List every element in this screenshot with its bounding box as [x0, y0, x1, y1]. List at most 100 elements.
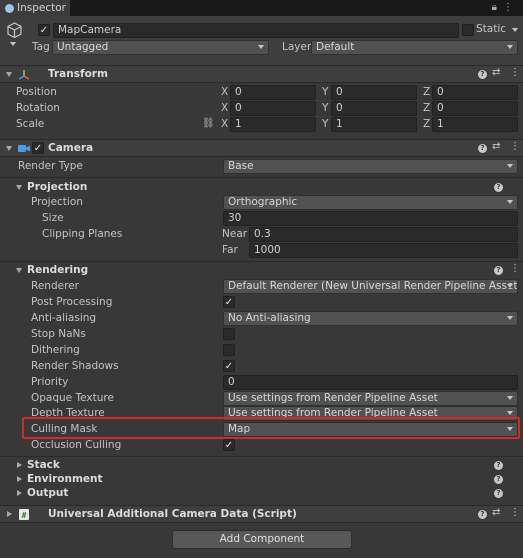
kebab-menu-icon[interactable]: ⋮ [510, 507, 520, 518]
gameobject-header: ✓ MapCamera Static Tag Untagged Layer De… [0, 16, 523, 66]
render-type-dropdown[interactable]: Base [223, 159, 518, 174]
axis-y-label: Y [322, 86, 329, 98]
rotation-x-field[interactable]: 0 [230, 101, 316, 116]
rotation-y-field[interactable]: 0 [331, 101, 417, 116]
foldout-arrow-icon[interactable] [7, 511, 12, 517]
preset-icon[interactable]: ⇄ [492, 507, 500, 518]
render-shadows-checkbox[interactable]: ✓ [223, 360, 235, 372]
help-icon[interactable]: ? [478, 144, 487, 153]
help-icon[interactable]: ? [494, 183, 503, 192]
projection-section-header[interactable]: Projection ? [0, 180, 523, 195]
kebab-menu-icon[interactable]: ⋮ [503, 2, 519, 13]
scale-z-field[interactable]: 1 [432, 117, 518, 132]
render-type-value: Base [228, 160, 254, 172]
chevron-down-icon [507, 164, 513, 168]
projection-dropdown[interactable]: Orthographic [223, 195, 518, 210]
transform-title: Transform [48, 68, 108, 80]
lock-icon[interactable]: 🔒︎ [492, 2, 503, 13]
help-icon[interactable]: ? [478, 70, 487, 79]
anti-aliasing-value: No Anti-aliasing [228, 312, 311, 324]
projection-header: Projection [27, 181, 88, 193]
preset-icon[interactable]: ⇄ [492, 67, 500, 78]
environment-section-header[interactable]: Environment ? [0, 472, 523, 487]
foldout-arrow-icon[interactable] [17, 476, 22, 482]
section-divider [0, 261, 523, 262]
chevron-down-icon [507, 411, 513, 415]
help-icon[interactable]: ? [494, 461, 503, 470]
gameobject-cube-icon[interactable] [6, 22, 23, 39]
rendering-section-header[interactable]: Rendering ? ⋮ [0, 263, 523, 278]
output-section-header[interactable]: Output ? [0, 486, 523, 501]
chevron-down-icon [507, 396, 513, 400]
post-processing-checkbox[interactable]: ✓ [223, 296, 235, 308]
help-icon[interactable]: ? [494, 266, 503, 275]
rotation-label: Rotation [16, 102, 60, 114]
static-dropdown-arrow[interactable] [512, 28, 518, 32]
renderer-dropdown[interactable]: Default Renderer (New Universal Render P… [223, 279, 518, 294]
scale-x-field[interactable]: 1 [230, 117, 316, 132]
chevron-down-icon [507, 45, 513, 49]
stop-nans-label: Stop NaNs [31, 328, 86, 340]
camera-title: Camera [48, 142, 94, 154]
additional-camera-data-header[interactable]: # Universal Additional Camera Data (Scri… [0, 505, 523, 523]
kebab-menu-icon[interactable]: ⋮ [510, 141, 520, 152]
transform-header[interactable]: Transform ? ⇄ ⋮ [0, 65, 523, 83]
far-field[interactable]: 1000 [249, 243, 518, 258]
priority-field[interactable]: 0 [223, 375, 518, 390]
foldout-arrow-icon[interactable] [6, 72, 12, 77]
tab-menu[interactable]: 🔒︎⋮ [492, 2, 519, 13]
add-component-button[interactable]: Add Component [172, 530, 352, 549]
rendering-header: Rendering [27, 264, 89, 276]
axis-y-label: Y [322, 118, 329, 130]
rotation-z-field[interactable]: 0 [432, 101, 518, 116]
help-icon[interactable]: ? [494, 489, 503, 498]
foldout-arrow-icon[interactable] [6, 146, 12, 151]
position-z-field[interactable]: 0 [432, 85, 518, 100]
anti-aliasing-dropdown[interactable]: No Anti-aliasing [223, 311, 518, 326]
icon-dropdown-arrow[interactable] [10, 42, 16, 46]
tag-dropdown[interactable]: Untagged [52, 40, 269, 55]
dithering-checkbox[interactable] [223, 344, 235, 356]
camera-enabled-checkbox[interactable]: ✓ [32, 142, 44, 154]
chevron-down-icon [507, 316, 513, 320]
stop-nans-checkbox[interactable] [223, 328, 235, 340]
environment-header: Environment [27, 473, 103, 485]
stack-section-header[interactable]: Stack ? [0, 458, 523, 473]
constrain-proportions-link-icon[interactable]: ⛓ [202, 118, 215, 129]
tab-inspector[interactable]: Inspector [0, 0, 70, 16]
transform-icon [17, 68, 31, 82]
kebab-menu-icon[interactable]: ⋮ [510, 263, 520, 274]
help-icon[interactable]: ? [478, 510, 487, 519]
static-checkbox[interactable] [462, 24, 474, 36]
preset-icon[interactable]: ⇄ [492, 141, 500, 152]
position-y-field[interactable]: 0 [331, 85, 417, 100]
renderer-label: Renderer [31, 280, 79, 292]
near-field[interactable]: 0.3 [249, 227, 518, 242]
foldout-arrow-icon[interactable] [17, 490, 22, 496]
position-x-field[interactable]: 0 [230, 85, 316, 100]
foldout-arrow-icon[interactable] [17, 462, 22, 468]
opaque-texture-dropdown[interactable]: Use settings from Render Pipeline Asset [223, 391, 518, 406]
gameobject-name-field[interactable]: MapCamera [53, 23, 459, 38]
transform-fields: Position X 0 Y 0 Z 0 Rotation X 0 Y 0 Z … [0, 84, 523, 134]
info-icon [5, 3, 14, 13]
kebab-menu-icon[interactable]: ⋮ [510, 67, 520, 78]
camera-header[interactable]: ✓ Camera ? ⇄ ⋮ [0, 139, 523, 157]
axis-x-label: X [221, 102, 229, 114]
tag-value: Untagged [57, 41, 109, 53]
layer-dropdown[interactable]: Default [311, 40, 518, 55]
help-icon[interactable]: ? [494, 475, 503, 484]
priority-label: Priority [31, 376, 69, 388]
active-checkbox[interactable]: ✓ [38, 24, 50, 36]
scale-y-field[interactable]: 1 [331, 117, 417, 132]
occlusion-culling-checkbox[interactable]: ✓ [223, 439, 235, 451]
layer-label: Layer [282, 41, 312, 53]
scale-label: Scale [16, 118, 45, 130]
size-field[interactable]: 30 [223, 211, 518, 226]
foldout-arrow-icon[interactable] [16, 268, 22, 273]
size-label: Size [42, 212, 64, 224]
dithering-label: Dithering [31, 344, 80, 356]
near-label: Near [222, 228, 248, 240]
foldout-arrow-icon[interactable] [16, 185, 22, 190]
occlusion-culling-label: Occlusion Culling [31, 439, 122, 451]
